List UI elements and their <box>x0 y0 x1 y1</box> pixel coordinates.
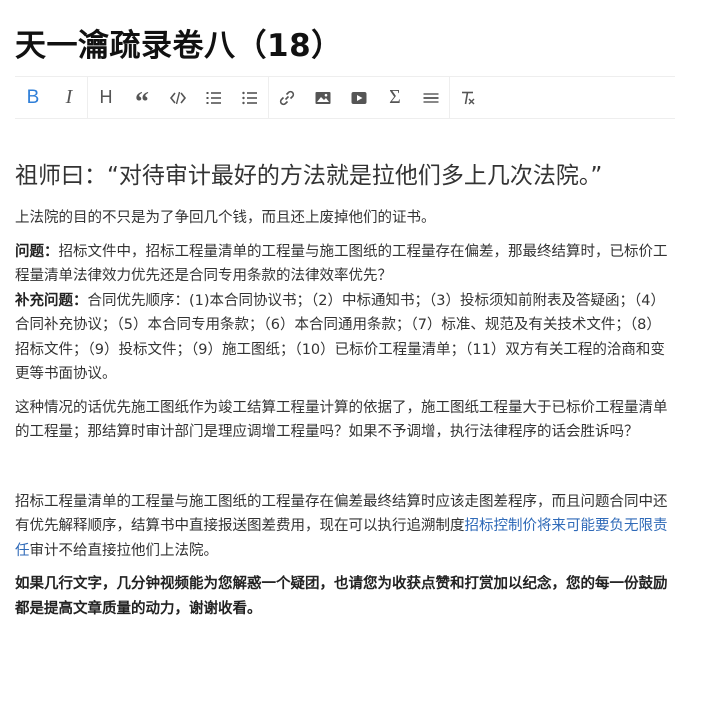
link-button[interactable] <box>269 77 305 118</box>
clear-format-button[interactable] <box>450 77 486 118</box>
article-title[interactable]: 天一瀹疏录卷八（18） <box>15 20 343 65</box>
code-button[interactable] <box>160 77 196 118</box>
paragraph: 这种情况的话优先施工图纸作为竣工结算工程量计算的依据了，施工图纸工程量大于已标价… <box>15 399 668 441</box>
question-label: 问题： <box>15 243 59 260</box>
answer-paragraph: 招标工程量清单的工程量与施工图纸的工程量存在偏差最终结算时应该走图差程序，而且问… <box>15 490 675 564</box>
empty-line <box>15 454 675 490</box>
italic-icon: I <box>65 86 73 108</box>
divider-button[interactable] <box>413 77 449 118</box>
image-button[interactable] <box>305 77 341 118</box>
quote-icon: “ <box>135 86 149 118</box>
code-icon <box>169 91 187 104</box>
quote-button[interactable]: “ <box>124 77 160 118</box>
paragraph: 上法院的目的不只是为了争回几个钱，而且还上废掉他们的证书。 <box>15 210 436 226</box>
answer-text-end: 审计不给直接拉他们上法院。 <box>29 542 219 559</box>
unordered-list-button[interactable] <box>232 77 268 118</box>
heading-button[interactable]: H <box>88 77 124 118</box>
bold-button[interactable]: B <box>15 77 51 118</box>
video-icon <box>351 91 367 104</box>
content-heading: 祖师曰：“对待审计最好的方法就是拉他们多上几次法院。” <box>15 163 603 189</box>
ordered-list-button[interactable] <box>196 77 232 118</box>
question-paragraph: 问题：招标文件中，招标工程量清单的工程量与施工图纸的工程量存在偏差，那最终结算时… <box>15 240 675 387</box>
bold-icon: B <box>26 86 40 108</box>
unordered-list-icon <box>242 91 257 104</box>
image-icon <box>315 91 331 104</box>
editor-content[interactable]: 祖师曰：“对待审计最好的方法就是拉他们多上几次法院。” 上法院的目的不只是为了争… <box>15 160 675 630</box>
video-button[interactable] <box>341 77 377 118</box>
question-text: 招标文件中，招标工程量清单的工程量与施工图纸的工程量存在偏差，那最终结算时，已标… <box>15 243 668 285</box>
supplement-label: 补充问题： <box>15 292 88 309</box>
italic-button[interactable]: I <box>51 77 87 118</box>
closing-paragraph: 如果几行文字，几分钟视频能为您解惑一个疑团，也请您为收获点赞和打赏加以纪念，您的… <box>15 576 668 617</box>
sigma-icon: Σ <box>389 86 401 108</box>
horizontal-rule-icon <box>423 92 439 103</box>
link-icon <box>279 90 295 105</box>
formula-button[interactable]: Σ <box>377 77 413 118</box>
heading-icon: H <box>99 87 113 107</box>
editor-toolbar: B I H “ Σ <box>15 76 675 119</box>
supplement-text: 合同优先顺序：(1)本合同协议书；（2）中标通知书；（3）投标须知前附表及答疑函… <box>15 292 665 383</box>
editor-page: 天一瀹疏录卷八（18） B I H “ Σ 祖师曰：“对待审计最好的方法就是拉他… <box>0 0 726 708</box>
ordered-list-icon <box>206 91 221 104</box>
clear-format-icon <box>462 91 475 104</box>
